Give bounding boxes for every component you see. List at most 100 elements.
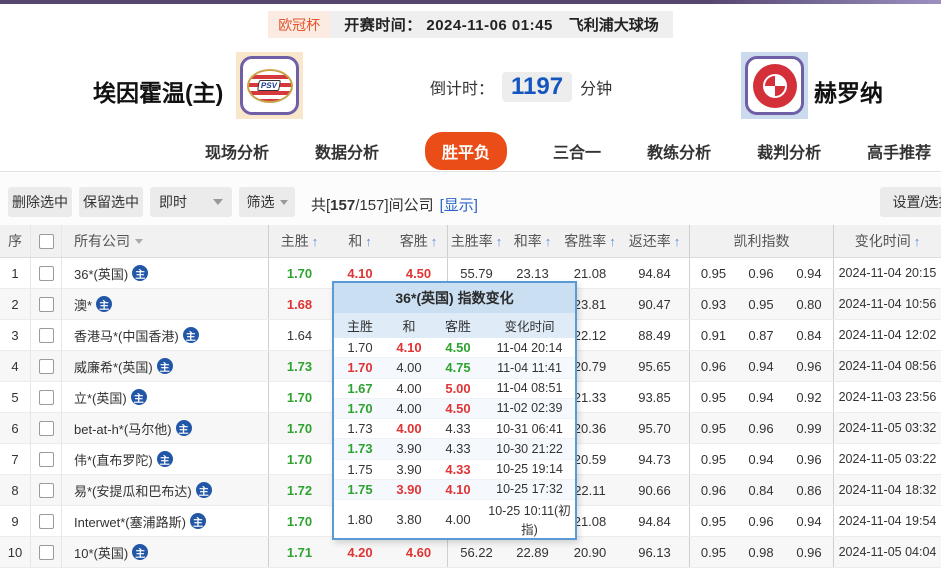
home-odds-cell: 1.70	[268, 506, 330, 536]
change-time-cell: 2024-11-04 19:54	[833, 506, 941, 536]
company-cell[interactable]: 36*(英国) 主	[61, 258, 268, 288]
kelly-draw-cell: 0.94	[748, 389, 774, 405]
tab-6[interactable]: 高手推荐	[867, 139, 931, 163]
popup-history-row: 1.73 4.00 4.33 10-31 06:41	[334, 419, 575, 440]
tab-2[interactable]: 胜平负	[425, 131, 508, 170]
row-checkbox[interactable]	[38, 358, 54, 374]
col-away-sort[interactable]: 客胜 ↑	[390, 225, 447, 257]
col-home-sort[interactable]: 主胜 ↑	[268, 225, 330, 257]
company-cell[interactable]: 立*(英国) 主	[61, 382, 268, 412]
home-rate-cell: 56.22	[447, 537, 505, 567]
row-checkbox[interactable]	[38, 420, 54, 436]
filter-dropdown[interactable]: 筛选	[239, 187, 295, 217]
payout-cell: 96.13	[638, 544, 671, 560]
girona-logo-frame	[745, 56, 804, 115]
popup-col-draw: 和	[402, 319, 416, 334]
row-seq: 1	[11, 265, 19, 281]
popup-change-time: 11-04 11:41	[497, 360, 562, 375]
home-odds-cell: 1.71	[268, 537, 330, 567]
row-checkbox-cell	[30, 537, 61, 567]
col-company[interactable]: 所有公司	[61, 225, 268, 257]
chevron-down-icon	[135, 238, 143, 244]
keep-selected-button[interactable]: 保留选中	[79, 187, 143, 217]
kelly-home-cell: 0.95	[689, 382, 737, 412]
payout-cell: 95.65	[638, 358, 671, 374]
row-checkbox[interactable]	[38, 327, 54, 343]
change-time-cell: 2024-11-03 23:56	[833, 382, 941, 412]
row-checkbox-cell	[30, 320, 61, 350]
countdown: 倒计时： 1197 分钟	[430, 72, 612, 102]
company-cell[interactable]: 伟*(直布罗陀) 主	[61, 444, 268, 474]
host-badge-icon: 主	[96, 296, 113, 312]
company-cell[interactable]: 10*(英国) 主	[61, 537, 268, 567]
row-checkbox-cell	[30, 506, 61, 536]
popup-history-row: 1.75 3.90 4.10 10-25 17:32	[334, 479, 575, 500]
time-filter-dropdown[interactable]: 即时	[150, 187, 232, 217]
select-all-checkbox-cell	[30, 225, 61, 257]
popup-body: 1.70 4.10 4.50 11-04 20:14 1.70 4.00 4.75 11-04…	[334, 338, 575, 538]
row-seq: 7	[11, 451, 19, 467]
popup-history-row: 1.73 3.90 4.33 10-30 21:22	[334, 439, 575, 460]
row-checkbox[interactable]	[38, 389, 54, 405]
col-kelly: 凯利指数	[689, 225, 833, 257]
company-cell[interactable]: 香港马*(中国香港) 主	[61, 320, 268, 350]
settings-select-button[interactable]: 设置/选择	[880, 187, 941, 217]
col-away-rate-sort[interactable]: 客胜率 ↑	[560, 225, 620, 257]
company-cell[interactable]: 威廉希*(英国) 主	[61, 351, 268, 381]
popup-header-row: 主胜 和 客胜 变化时间	[334, 313, 575, 338]
row-checkbox[interactable]	[38, 513, 54, 529]
away-team-logo	[741, 52, 808, 119]
popup-history-row: 1.70 4.10 4.50 11-04 20:14	[334, 338, 575, 359]
table-header-row: 序 所有公司 主胜 ↑ 和 ↑ 客胜 ↑ 主胜率 ↑ 和率 ↑ 客胜率 ↑ 返还率 ↑ 凯利指…	[0, 225, 941, 258]
popup-away-odds: 4.50	[445, 400, 471, 416]
kelly-draw-cell: 0.96	[748, 513, 774, 529]
popup-draw-odds: 4.00	[396, 360, 422, 376]
row-seq: 3	[11, 327, 19, 343]
delete-selected-button[interactable]: 删除选中	[8, 187, 72, 217]
home-team-logo: PSV	[236, 52, 303, 119]
company-name: 36*(英国)	[74, 266, 129, 282]
company-cell[interactable]: bet-at-h*(马尔他) 主	[61, 413, 268, 443]
sort-up-icon: ↑	[365, 233, 372, 249]
col-payout-sort[interactable]: 返还率 ↑	[620, 225, 689, 257]
col-draw-sort[interactable]: 和 ↑	[330, 225, 390, 257]
kelly-away-cell: 0.86	[796, 482, 822, 498]
show-link[interactable]: [显示]	[440, 197, 478, 214]
kelly-away-cell: 0.94	[796, 265, 822, 281]
col-draw-rate-sort[interactable]: 和率 ↑	[505, 225, 560, 257]
change-time-cell: 2024-11-05 03:32	[833, 413, 941, 443]
row-checkbox[interactable]	[38, 451, 54, 467]
host-badge-icon: 主	[132, 265, 149, 281]
tab-3[interactable]: 三合一	[553, 139, 601, 163]
popup-draw-odds: 3.90	[396, 461, 422, 477]
tab-0[interactable]: 现场分析	[205, 139, 269, 163]
select-all-checkbox[interactable]	[38, 233, 54, 249]
change-time-cell: 2024-11-05 03:22	[833, 444, 941, 474]
count-current: 157	[330, 197, 356, 214]
tab-4[interactable]: 教练分析	[647, 139, 711, 163]
kelly-draw-cell: 0.96	[748, 265, 774, 281]
popup-home-odds: 1.67	[347, 380, 373, 396]
col-home-rate-sort[interactable]: 主胜率 ↑	[447, 225, 505, 257]
row-checkbox[interactable]	[38, 482, 54, 498]
league-badge: 欧冠杯	[268, 11, 331, 38]
row-checkbox[interactable]	[38, 296, 54, 312]
payout-cell: 90.47	[638, 296, 671, 312]
col-time-sort[interactable]: 变化时间 ↑	[833, 225, 941, 257]
row-checkbox-cell	[30, 289, 61, 319]
kelly-home-cell: 0.95	[689, 444, 737, 474]
popup-history-row: 1.67 4.00 5.00 11-04 08:51	[334, 379, 575, 399]
chevron-down-icon	[213, 199, 223, 205]
company-cell[interactable]: 易*(安提瓜和巴布达) 主	[61, 475, 268, 505]
popup-history-row: 1.70 4.00 4.75 11-04 11:41	[334, 358, 575, 379]
tab-1[interactable]: 数据分析	[315, 139, 379, 163]
toolbar: 删除选中 保留选中 即时 筛选 共[157/157]间公司 [显示] 设置/选择	[0, 172, 941, 225]
company-cell[interactable]: 澳* 主	[61, 289, 268, 319]
row-checkbox[interactable]	[38, 544, 54, 560]
tab-5[interactable]: 裁判分析	[757, 139, 821, 163]
row-checkbox[interactable]	[38, 265, 54, 281]
row-seq: 8	[11, 482, 19, 498]
company-cell[interactable]: Interwet*(塞浦路斯) 主	[61, 506, 268, 536]
popup-draw-odds: 4.00	[396, 380, 422, 396]
change-time-cell: 2024-11-04 20:15	[833, 258, 941, 288]
